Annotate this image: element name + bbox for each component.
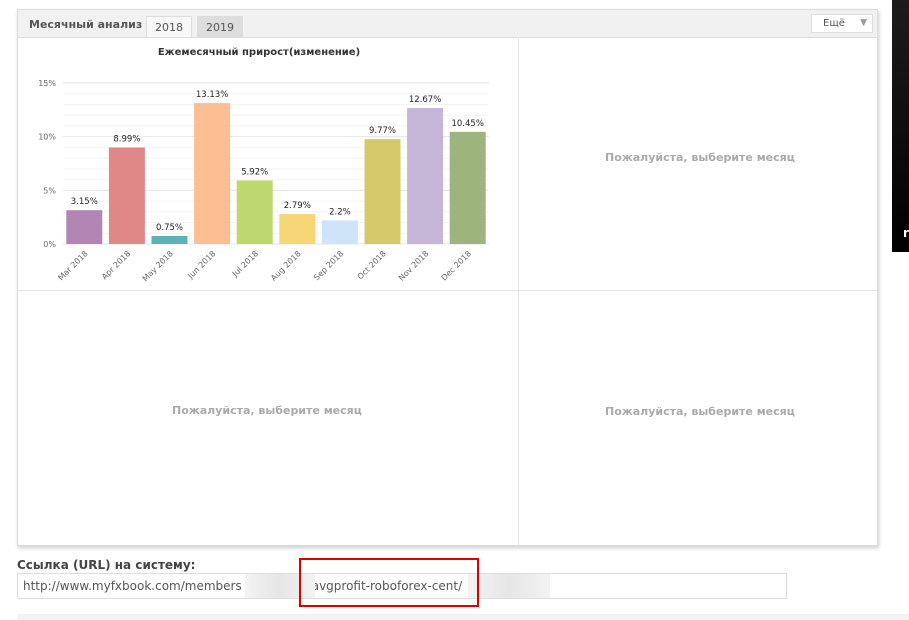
bar [236, 180, 273, 244]
bar [279, 214, 316, 244]
divider [18, 290, 877, 291]
bar [151, 235, 188, 244]
x-tick-label: Jul 2018 [230, 249, 260, 279]
redacted-region [468, 574, 550, 598]
y-tick-label: 10% [38, 133, 56, 142]
data-label: 9.77% [369, 126, 396, 136]
panel-title: Месячный анализ [29, 18, 143, 31]
data-label: 2.2% [329, 207, 351, 217]
x-tick-label: Oct 2018 [356, 249, 388, 281]
bar [66, 210, 103, 244]
x-tick-label: Aug 2018 [269, 249, 303, 283]
data-label: 10.45% [451, 119, 483, 129]
bottom-bar [17, 614, 909, 620]
panel-header: Месячный анализ 2018 2019 Ещё ▼ [18, 10, 877, 38]
more-label: Ещё [823, 18, 845, 29]
y-tick-label: 15% [38, 79, 56, 88]
select-month-placeholder: Пожалуйста, выберите месяц [605, 405, 795, 418]
select-month-placeholder: Пожалуйста, выберите месяц [172, 404, 362, 417]
chart-title: Ежемесячный прирост(изменение) [158, 47, 360, 58]
x-tick-label: May 2018 [141, 249, 175, 283]
x-tick-label: Mar 2018 [56, 249, 89, 282]
bar [449, 131, 486, 244]
side-letter: r [903, 226, 909, 240]
data-label: 5.92% [241, 167, 268, 177]
y-tick-label: 0% [43, 240, 56, 249]
data-label: 3.15% [71, 197, 98, 207]
url-start: http://www.myfxbook.com/members [23, 579, 242, 593]
x-tick-label: Jun 2018 [185, 249, 217, 281]
data-label: 13.13% [196, 90, 228, 100]
bar [364, 139, 401, 244]
y-tick-label: 5% [43, 186, 56, 195]
divider [518, 37, 519, 545]
data-label: 0.75% [156, 223, 183, 233]
select-month-placeholder: Пожалуйста, выберите месяц [605, 151, 795, 164]
bar [194, 103, 231, 244]
bar [321, 220, 358, 244]
data-label: 2.79% [284, 201, 311, 211]
bar [108, 147, 145, 244]
data-label: 12.67% [409, 95, 441, 105]
data-label: 8.99% [113, 135, 140, 145]
x-tick-label: Dec 2018 [440, 249, 474, 283]
tab-2019[interactable]: 2019 [197, 16, 243, 37]
monthly-analysis-panel: Месячный анализ 2018 2019 Ещё ▼ Ежемесячн… [17, 9, 878, 546]
tab-2018[interactable]: 2018 [146, 16, 192, 37]
x-tick-label: Apr 2018 [100, 249, 132, 281]
highlight-box [299, 558, 479, 607]
system-url-label: Ссылка (URL) на систему: [17, 558, 196, 572]
more-dropdown[interactable]: Ещё ▼ [811, 14, 873, 33]
bar [407, 108, 444, 244]
x-tick-label: Sep 2018 [312, 249, 345, 282]
monthly-growth-chart: Ежемесячный прирост(изменение) 0% 5% 10% 15… [38, 47, 489, 283]
chevron-down-icon: ▼ [860, 18, 867, 28]
x-tick-label: Nov 2018 [397, 249, 431, 283]
side-dark-panel: r [892, 0, 909, 252]
